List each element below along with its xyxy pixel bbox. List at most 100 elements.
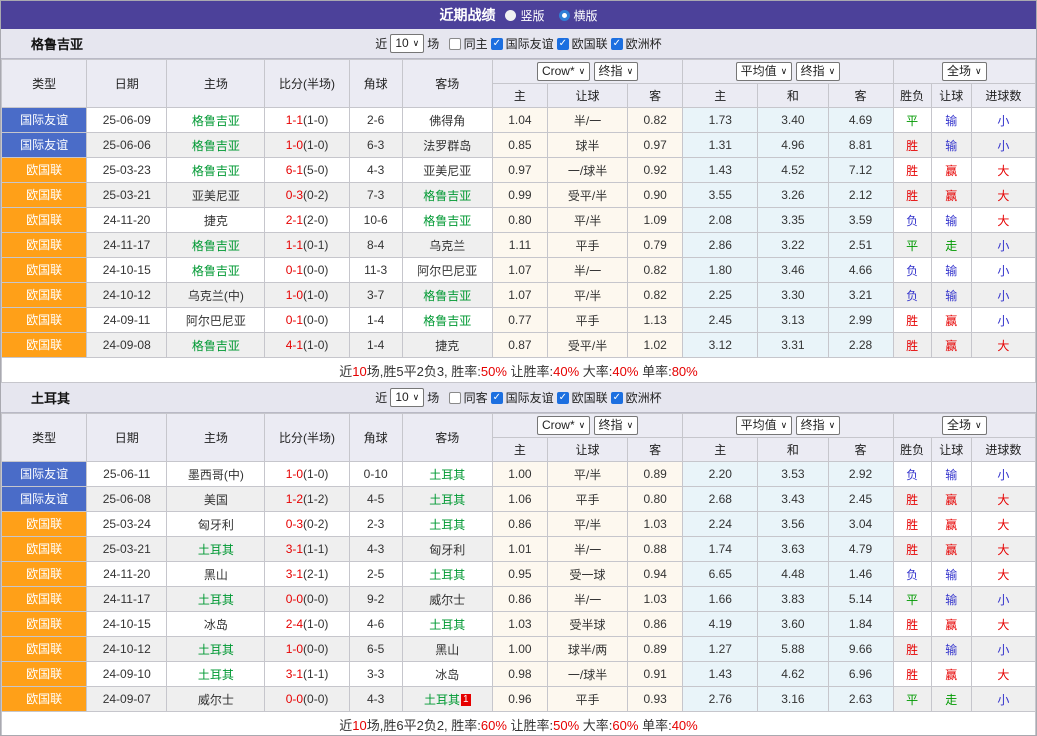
scope-select[interactable]: 全场∨	[942, 62, 987, 81]
summary-highlight: 40%	[672, 718, 698, 733]
avg-draw-cell: 4.62	[758, 662, 828, 687]
sub-column-header: 让球	[931, 84, 971, 108]
league-checkbox-1[interactable]	[557, 392, 569, 404]
odds-time-select[interactable]: 终指∨	[594, 416, 639, 435]
handicap-result-cell: 输	[931, 637, 971, 662]
radio-vertical-label[interactable]: 竖版	[520, 7, 544, 24]
competition-badge: 欧国联	[2, 637, 86, 661]
odds-home-cell: 0.96	[492, 687, 547, 712]
avg-home-cell: 1.31	[683, 133, 758, 158]
league-checkbox-label[interactable]: 欧国联	[572, 35, 608, 52]
competition-badge: 欧国联	[2, 662, 86, 686]
scope-select[interactable]: 全场∨	[942, 416, 987, 435]
competition-cell: 欧国联	[2, 612, 87, 637]
league-checkbox-0[interactable]	[491, 38, 503, 50]
avg-draw-cell: 5.88	[758, 637, 828, 662]
odds-time-select[interactable]: 终指∨	[594, 62, 639, 81]
odds-away-cell: 0.89	[628, 637, 683, 662]
odds-handicap-cell: 半/一	[547, 587, 627, 612]
chevron-down-icon: ∨	[975, 418, 982, 433]
avg-source-select[interactable]: 平均值∨	[736, 62, 793, 81]
home-team-cell: 墨西哥(中)	[167, 462, 265, 487]
avg-source-select[interactable]: 平均值∨	[736, 416, 793, 435]
same-venue-checkbox[interactable]	[449, 392, 461, 404]
avg-away-cell: 3.59	[828, 208, 893, 233]
avg-away-cell: 3.21	[828, 283, 893, 308]
radio-vertical-icon[interactable]	[505, 10, 516, 21]
date-cell: 24-09-07	[87, 687, 167, 712]
odds-handicap-cell: 平/半	[547, 208, 627, 233]
same-venue-checkbox[interactable]	[449, 38, 461, 50]
same-venue-label[interactable]: 同主	[464, 35, 488, 52]
competition-cell: 欧国联	[2, 333, 87, 358]
competition-badge: 欧国联	[2, 562, 86, 586]
same-venue-label[interactable]: 同客	[464, 389, 488, 406]
radio-horizontal-layout[interactable]: 横版	[559, 7, 598, 24]
sub-column-header: 进球数	[971, 438, 1035, 462]
odds-source-select[interactable]: Crow*∨	[537, 62, 590, 81]
radio-vertical-layout[interactable]: 竖版	[505, 7, 544, 24]
date-cell: 24-10-15	[87, 612, 167, 637]
league-checkbox-1[interactable]	[557, 38, 569, 50]
section-filter-bar: 格鲁吉亚近10∨场 同主国际友谊欧国联欧洲杯	[1, 29, 1036, 59]
radio-horizontal-label[interactable]: 横版	[574, 7, 598, 24]
score-cell: 0-3(0-2)	[265, 512, 349, 537]
odds-handicap-cell: 半/一	[547, 108, 627, 133]
goals-result-cell: 大	[971, 333, 1035, 358]
avg-home-cell: 2.08	[683, 208, 758, 233]
league-checkbox-label[interactable]: 欧国联	[572, 389, 608, 406]
odds-source-select[interactable]: Crow*∨	[537, 416, 590, 435]
league-checkbox-label[interactable]: 国际友谊	[506, 35, 554, 52]
odds-home-cell: 1.07	[492, 283, 547, 308]
odds-away-cell: 0.82	[628, 283, 683, 308]
league-checkbox-0[interactable]	[491, 392, 503, 404]
layout-radio-group: 竖版 横版	[505, 7, 597, 24]
competition-cell: 国际友谊	[2, 108, 87, 133]
handicap-result-cell: 输	[931, 133, 971, 158]
sub-column-header: 主	[683, 438, 758, 462]
competition-cell: 欧国联	[2, 158, 87, 183]
corner-cell: 4-5	[349, 487, 402, 512]
chevron-down-icon: ∨	[413, 36, 420, 51]
games-count-select[interactable]: 10∨	[390, 388, 424, 407]
avg-away-cell: 4.66	[828, 258, 893, 283]
table-row: 欧国联25-03-21亚美尼亚0-3(0-2)7-3格鲁吉亚0.99受平/半0.…	[2, 183, 1036, 208]
odds-home-cell: 1.06	[492, 487, 547, 512]
league-checkbox-2[interactable]	[611, 392, 623, 404]
table-row: 国际友谊25-06-11墨西哥(中)1-0(1-0)0-10土耳其1.00平/半…	[2, 462, 1036, 487]
corner-cell: 2-3	[349, 512, 402, 537]
fulltime-score: 6-1	[286, 163, 303, 177]
result-cell: 负	[893, 283, 931, 308]
odds-home-cell: 0.95	[492, 562, 547, 587]
goals-result-cell: 小	[971, 687, 1035, 712]
league-checkbox-label[interactable]: 欧洲杯	[626, 389, 662, 406]
halftime-score: (0-2)	[303, 188, 328, 202]
score-cell: 0-1(0-0)	[265, 308, 349, 333]
radio-horizontal-icon[interactable]	[559, 10, 570, 21]
avg-time-select[interactable]: 终指∨	[796, 416, 841, 435]
competition-cell: 欧国联	[2, 183, 87, 208]
table-row: 欧国联24-09-08格鲁吉亚4-1(1-0)1-4捷克0.87受平/半1.02…	[2, 333, 1036, 358]
date-cell: 25-06-09	[87, 108, 167, 133]
competition-badge: 欧国联	[2, 208, 86, 232]
odds-home-cell: 0.98	[492, 662, 547, 687]
league-checkbox-label[interactable]: 欧洲杯	[626, 35, 662, 52]
goals-result-cell: 小	[971, 587, 1035, 612]
odds-home-cell: 0.97	[492, 158, 547, 183]
handicap-result-cell: 赢	[931, 662, 971, 687]
fulltime-score: 1-1	[286, 238, 303, 252]
games-count-select[interactable]: 10∨	[390, 34, 424, 53]
column-header: 客场	[402, 60, 492, 108]
competition-cell: 欧国联	[2, 587, 87, 612]
corner-cell: 2-6	[349, 108, 402, 133]
result-cell: 负	[893, 462, 931, 487]
away-team-cell: 土耳其1	[402, 687, 492, 712]
handicap-result-cell: 赢	[931, 308, 971, 333]
league-checkbox-label[interactable]: 国际友谊	[506, 389, 554, 406]
odds-away-cell: 0.90	[628, 183, 683, 208]
away-team-cell: 土耳其	[402, 562, 492, 587]
league-checkbox-2[interactable]	[611, 38, 623, 50]
avg-time-select[interactable]: 终指∨	[796, 62, 841, 81]
avg-home-cell: 2.68	[683, 487, 758, 512]
team-sections: 格鲁吉亚近10∨场 同主国际友谊欧国联欧洲杯类型日期主场比分(半场)角球客场Cr…	[1, 29, 1036, 736]
